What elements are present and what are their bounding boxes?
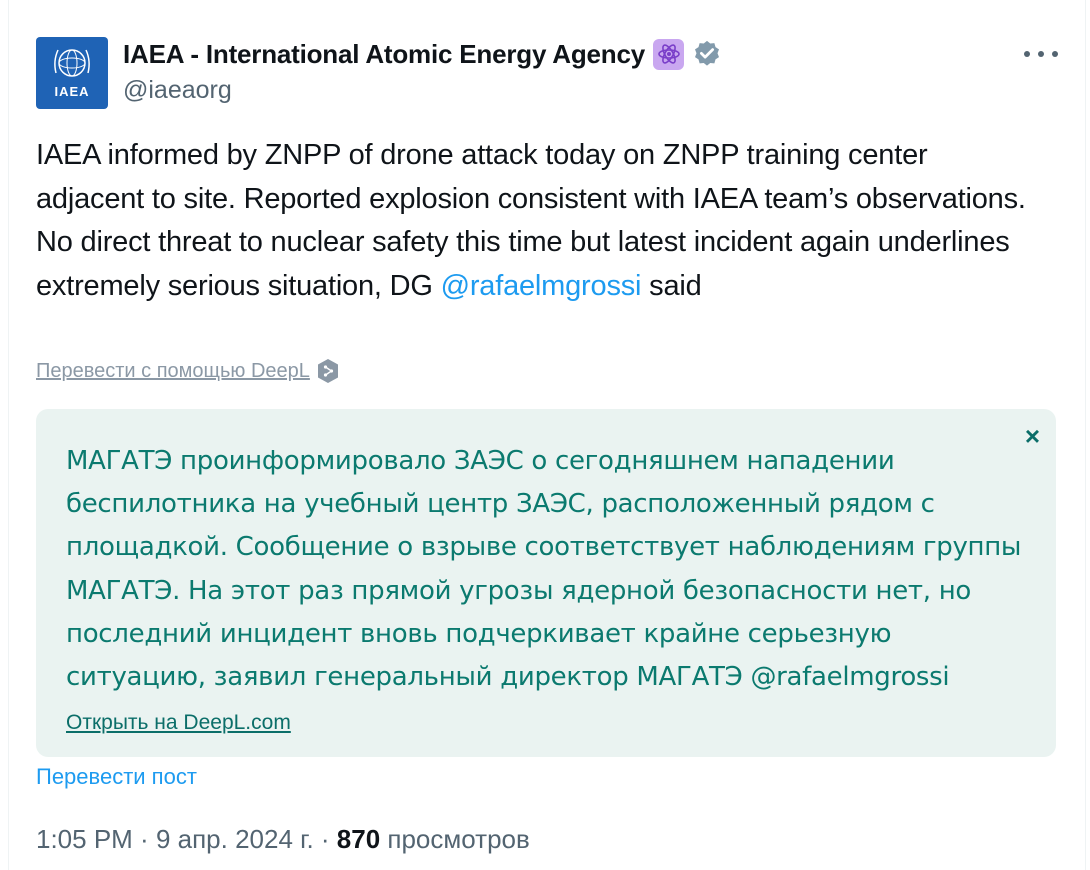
meta-separator: · bbox=[313, 824, 337, 854]
author-display-name[interactable]: IAEA - International Atomic Energy Agenc… bbox=[123, 39, 645, 70]
tweet-text-tail: said bbox=[641, 269, 702, 302]
tweet-date[interactable]: 9 апр. 2024 г. bbox=[156, 824, 314, 854]
atom-badge-icon bbox=[653, 38, 684, 70]
translate-post-link[interactable]: Перевести пост bbox=[36, 764, 197, 790]
deepl-translate-link[interactable]: Перевести с помощью DeepL bbox=[36, 358, 340, 384]
tweet-text: IAEA informed by ZNPP of drone attack to… bbox=[36, 134, 1036, 308]
un-emblem-icon bbox=[54, 49, 90, 77]
tweet-time[interactable]: 1:05 PM bbox=[36, 824, 133, 854]
avatar[interactable]: IAEA bbox=[36, 37, 108, 109]
deepl-translation-panel: × МАГАТЭ проинформировало ЗАЭС о сегодня… bbox=[36, 409, 1056, 757]
mention-link[interactable]: @rafaelmgrossi bbox=[441, 270, 642, 302]
verified-badge-icon[interactable] bbox=[692, 39, 722, 69]
views-label: просмотров bbox=[380, 824, 530, 854]
tweet-meta: 1:05 PM · 9 апр. 2024 г. · 870 просмотро… bbox=[36, 824, 530, 855]
author-name-row: IAEA - International Atomic Energy Agenc… bbox=[123, 36, 722, 72]
author-handle[interactable]: @iaeaorg bbox=[123, 76, 232, 105]
views-count: 870 bbox=[336, 824, 381, 854]
meta-separator: · bbox=[132, 824, 156, 854]
translation-text: МАГАТЭ проинформировало ЗАЭС о сегодняшн… bbox=[66, 446, 1022, 693]
avatar-label: IAEA bbox=[54, 84, 90, 99]
deepl-translate-label[interactable]: Перевести с помощью DeepL bbox=[36, 360, 310, 383]
open-deepl-link[interactable]: Открыть на DeepL.com bbox=[66, 711, 291, 735]
deepl-icon bbox=[317, 359, 338, 383]
more-options-icon[interactable] bbox=[1024, 42, 1058, 66]
